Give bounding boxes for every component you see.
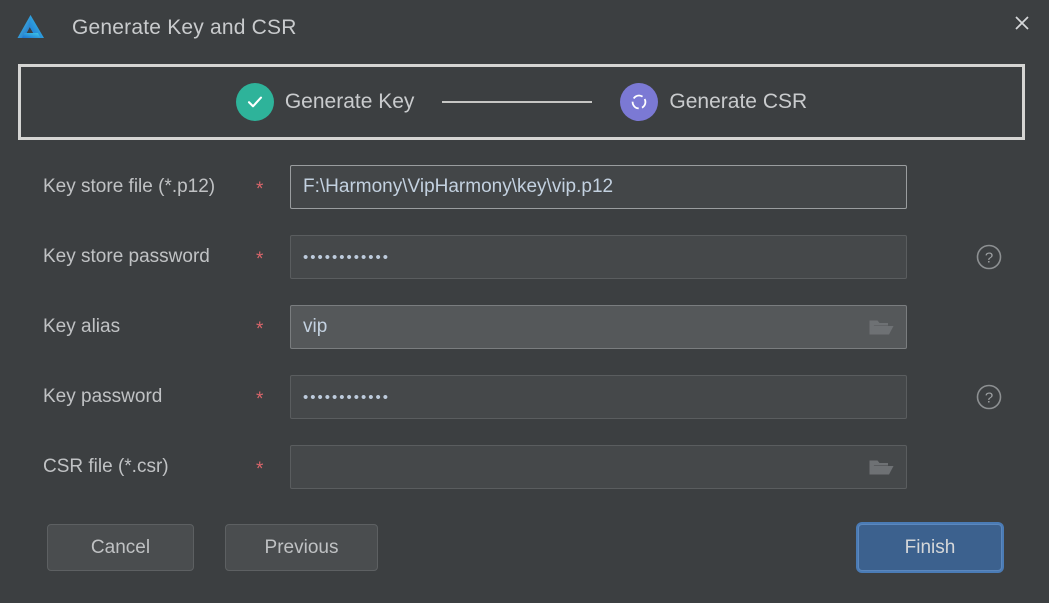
label-key-store-file: Key store file (*.p12) (43, 176, 216, 197)
cancel-button[interactable]: Cancel (47, 524, 194, 571)
label-key-alias: Key alias (43, 316, 121, 337)
key-store-password-input[interactable]: •••••••••••• (290, 235, 907, 279)
required-marker-key-alias: * (256, 318, 264, 340)
form-row-key-store-password: Key store password * •••••••••••• ? (0, 222, 1049, 292)
key-password-input[interactable]: •••••••••••• (290, 375, 907, 419)
dialog-button-bar: Cancel Previous Finish (0, 524, 1049, 582)
required-marker-key-password: * (256, 388, 264, 410)
stepper-step-generate-csr[interactable]: Generate CSR (620, 83, 807, 121)
close-icon (1015, 16, 1029, 30)
label-csr-file: CSR file (*.csr) (43, 456, 169, 477)
required-marker-key-store-file: * (256, 178, 264, 200)
finish-button[interactable]: Finish (858, 524, 1002, 571)
folder-open-icon-csr-file[interactable] (868, 456, 894, 478)
key-alias-value: vip (303, 316, 328, 337)
wizard-stepper: Generate Key Generate CSR (18, 64, 1025, 140)
title-bar: Generate Key and CSR (0, 0, 1049, 56)
step-status-indicator-done (235, 83, 274, 121)
stepper-connector (442, 101, 593, 103)
label-key-password: Key password (43, 386, 163, 407)
close-window-button[interactable] (995, 0, 1049, 46)
required-marker-csr-file: * (256, 458, 264, 480)
spinner-circle-icon (632, 94, 647, 110)
deveco-studio-logo-icon (17, 15, 44, 38)
previous-button[interactable]: Previous (225, 524, 378, 571)
key-store-file-value: F:\Harmony\VipHarmony\key\vip.p12 (303, 176, 614, 197)
key-alias-input[interactable]: vip (290, 305, 907, 349)
form-container: Key store file (*.p12) * F:\Harmony\VipH… (0, 152, 1049, 502)
form-row-key-store-file: Key store file (*.p12) * F:\Harmony\VipH… (0, 152, 1049, 222)
stepper-label-generate-csr: Generate CSR (669, 90, 808, 113)
form-row-key-password: Key password * •••••••••••• ? (0, 362, 1049, 432)
form-row-csr-file: CSR file (*.csr) * (0, 432, 1049, 502)
check-circle-icon (247, 96, 262, 108)
help-circle-icon-key-store-password[interactable]: ? (975, 243, 1003, 271)
required-marker-key-store-password: * (256, 248, 264, 270)
csr-file-input[interactable] (290, 445, 907, 489)
step-status-indicator-current (620, 83, 659, 121)
svg-text:?: ? (985, 390, 993, 407)
stepper-step-generate-key[interactable]: Generate Key (235, 83, 415, 121)
page-title: Generate Key and CSR (72, 16, 297, 39)
form-row-key-alias: Key alias * vip (0, 292, 1049, 362)
key-store-password-value: •••••••••••• (303, 248, 391, 266)
key-password-value: •••••••••••• (303, 388, 391, 406)
folder-open-icon-key-alias[interactable] (868, 316, 894, 338)
label-key-store-password: Key store password (43, 246, 210, 267)
key-store-file-input[interactable]: F:\Harmony\VipHarmony\key\vip.p12 (290, 165, 907, 209)
help-circle-icon-key-password[interactable]: ? (975, 383, 1003, 411)
svg-text:?: ? (985, 250, 993, 267)
stepper-label-generate-key: Generate Key (284, 90, 415, 113)
